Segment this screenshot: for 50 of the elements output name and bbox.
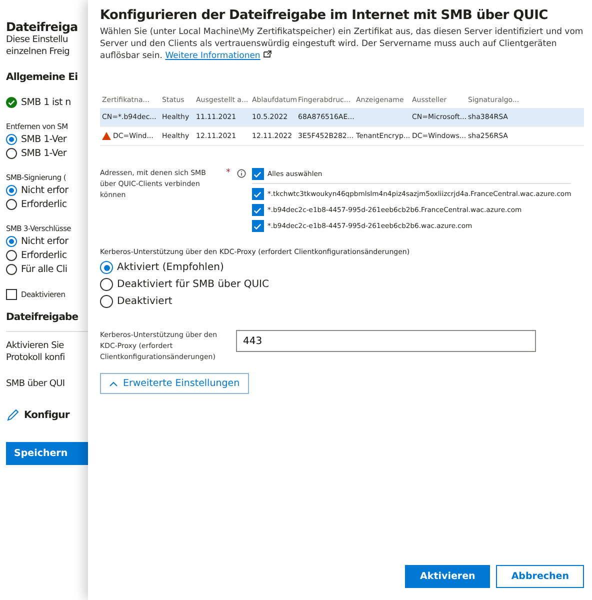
checkbox[interactable] bbox=[6, 289, 17, 300]
radio-label[interactable]: SMB 1-Ver bbox=[21, 148, 66, 159]
radio-label[interactable]: Deaktiviert für SMB über QUIC bbox=[117, 279, 269, 290]
warning-icon bbox=[102, 132, 111, 140]
info-icon bbox=[236, 169, 246, 178]
port-field[interactable]: 443 bbox=[236, 330, 536, 352]
more-info-link[interactable]: Weitere Informationen bbox=[165, 51, 260, 61]
radio-button[interactable] bbox=[6, 264, 17, 275]
radio-label[interactable]: Deaktiviert bbox=[117, 296, 172, 307]
radio-button[interactable] bbox=[6, 185, 17, 196]
radio-button[interactable] bbox=[100, 261, 113, 274]
success-icon bbox=[6, 97, 17, 108]
radio-button[interactable] bbox=[6, 134, 17, 145]
radio-label[interactable]: Nicht erfor bbox=[21, 236, 68, 247]
checkbox[interactable] bbox=[252, 220, 264, 232]
panel-title: Konfigurieren der Dateifreigabe im Internet mit SMB über QUIC bbox=[100, 8, 549, 23]
save-button[interactable]: Speichern bbox=[6, 442, 90, 465]
radio-label[interactable]: Aktiviert (Empfohlen) bbox=[117, 262, 224, 273]
page-title: Dateifreiga bbox=[6, 20, 79, 34]
configure-link[interactable]: Konfigur bbox=[24, 410, 70, 420]
page-description: Diese Einstellu bbox=[6, 34, 69, 46]
section-text: Protokoll konfi bbox=[6, 352, 66, 364]
activate-button[interactable]: Aktivieren bbox=[405, 565, 490, 588]
required-mark: * bbox=[226, 168, 230, 180]
section-text: Aktivieren Sie bbox=[6, 340, 65, 352]
advanced-settings-button[interactable]: Erweiterte Einstellungen bbox=[100, 373, 249, 394]
caret-icon bbox=[109, 380, 118, 386]
radio-button[interactable] bbox=[100, 295, 113, 308]
status-text: SMB 1 ist n bbox=[21, 97, 71, 108]
radio-label[interactable]: Nicht erfor bbox=[21, 185, 68, 196]
radio-label[interactable]: Erforderlic bbox=[21, 199, 67, 210]
radio-button[interactable] bbox=[100, 278, 113, 291]
radio-label[interactable]: Für alle Cli bbox=[21, 264, 68, 275]
section-text: SMB über QUI bbox=[6, 378, 66, 390]
section-title: Dateifreigabe bbox=[6, 312, 80, 323]
radio-button[interactable] bbox=[6, 148, 17, 159]
radio-button[interactable] bbox=[6, 250, 17, 261]
radio-label[interactable]: Erforderlic bbox=[21, 250, 67, 261]
checkbox[interactable] bbox=[252, 188, 264, 200]
page-description: einzelnen Freig bbox=[6, 46, 71, 58]
section-title: Allgemeine Ei bbox=[6, 72, 79, 83]
cancel-button[interactable]: Abbrechen bbox=[496, 565, 584, 588]
radio-button[interactable] bbox=[6, 199, 17, 210]
radio-label[interactable]: SMB 1-Ver bbox=[21, 134, 66, 145]
panel-description: Wählen Sie (unter Local Machine\My Zertifikatspeicher) ein Zertifikat aus, das diesen Server identifiziert und vom Server und den Clients als vertrauenswürdig eingestuft wird. Der Servername muss auch auf Clientgeräten auflösbar sein. Weitere Informationen bbox=[100, 26, 584, 62]
external-link-icon bbox=[263, 50, 272, 58]
pencil-icon bbox=[6, 408, 20, 422]
radio-button[interactable] bbox=[6, 236, 17, 247]
checkbox[interactable] bbox=[252, 204, 264, 216]
checkbox[interactable] bbox=[252, 168, 264, 180]
